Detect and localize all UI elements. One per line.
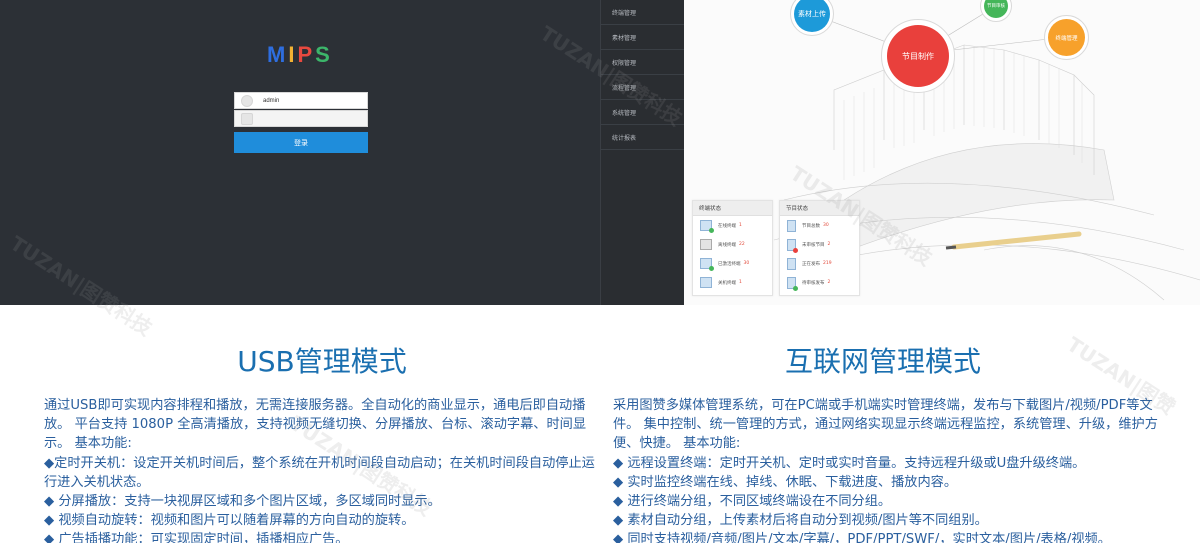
usb-mode-description: 通过USB即可实现内容排程和播放，无需连接服务器。全自动化的商业显示，通电后即自… <box>44 396 600 543</box>
status-row[interactable]: 待审核发布 2 <box>780 273 859 292</box>
status-label: 已激活终端 <box>718 261 741 267</box>
status-count: 30 <box>823 223 829 228</box>
terminal-status-card: 终端状态 在线终端 1 离线终端 22 已激活终端 30 关机终端 1 <box>692 200 773 296</box>
status-count: 22 <box>739 242 745 247</box>
program-status-title: 节目状态 <box>780 201 859 216</box>
status-row[interactable]: 节目总数 30 <box>780 216 859 235</box>
status-label: 正在发布 <box>802 261 820 267</box>
status-row[interactable]: 正在发布 219 <box>780 254 859 273</box>
terminal-status-title: 终端状态 <box>693 201 772 216</box>
status-label: 节目总数 <box>802 223 820 229</box>
status-label: 待审核发布 <box>802 280 825 286</box>
menu-item-process[interactable]: 流程管理 <box>601 75 684 100</box>
status-label: 在线终端 <box>718 223 736 229</box>
status-count: 2 <box>827 242 831 247</box>
internet-intro-paragraph: 采用图赞多媒体管理系统，可在PC端或手机端实时管理终端，发布与下载图片/视频/P… <box>613 398 1158 452</box>
monitor-activated-icon <box>700 258 714 271</box>
internet-mode-title: 互联网管理模式 <box>784 345 981 378</box>
login-button[interactable]: 登录 <box>234 132 368 153</box>
mips-logo: M I P S <box>267 42 331 68</box>
program-status-card: 节目状态 节目总数 30 未审核节目 2 正在发布 219 待审核发布 2 <box>779 200 860 296</box>
status-row[interactable]: 离线终端 22 <box>693 235 772 254</box>
internet-mode-description: 采用图赞多媒体管理系统，可在PC端或手机端实时管理终端，发布与下载图片/视频/P… <box>613 396 1173 543</box>
status-count: 1 <box>739 223 742 228</box>
status-row[interactable]: 关机终端 1 <box>693 273 772 292</box>
status-label: 离线终端 <box>718 242 736 248</box>
feature-item: ◆ 素材自动分组，上传素材后将自动分到视频/图片等不同组别。 <box>613 513 988 529</box>
status-count: 30 <box>743 261 750 266</box>
status-row[interactable]: 未审核节目 2 <box>780 235 859 254</box>
feature-item: ◆ 远程设置终端：定时开关机、定时或实时音量。支持远程升级或U盘升级终端。 <box>613 455 1086 471</box>
password-field[interactable] <box>234 110 368 127</box>
menu-item-material[interactable]: 素材管理 <box>601 25 684 50</box>
monitor-online-icon <box>700 220 714 233</box>
status-count: 2 <box>827 280 831 285</box>
terminal-manage-bubble[interactable]: 终端管理 <box>1048 19 1085 56</box>
login-form: admin 登录 <box>234 92 368 153</box>
user-icon <box>241 94 253 107</box>
feature-item: ◆ 广告插播功能：可实现固定时间，插播相应广告。 <box>44 532 349 543</box>
status-label: 关机终端 <box>718 280 736 286</box>
feature-item: ◆ 分屏播放：支持一块视屏区域和多个图片区域，多区域同时显示。 <box>44 494 441 510</box>
username-value: admin <box>263 97 280 104</box>
document-publishing-icon <box>787 257 796 270</box>
dashboard-screenshot: 素材上传 节目制作 节目审核 终端管理 终端状态 在线终端 1 离线终端 22 … <box>684 0 1200 305</box>
menu-item-statistics[interactable]: 统计报表 <box>601 125 684 150</box>
lock-icon <box>241 112 253 125</box>
logo-letter-s: S <box>315 42 331 67</box>
menu-item-permission[interactable]: 权限管理 <box>601 50 684 75</box>
side-menu: 终端管理 素材管理 权限管理 流程管理 系统管理 统计报表 <box>600 0 684 305</box>
status-row[interactable]: 已激活终端 30 <box>693 254 772 273</box>
feature-item: ◆ 实时监控终端在线、掉线、休眠、下载进度、播放内容。 <box>613 474 958 490</box>
monitor-shutdown-icon <box>700 277 712 288</box>
feature-item: ◆ 同时支持视频/音频/图片/文本/字幕/，PDF/PPT/SWF/，实时文本/… <box>613 532 1111 543</box>
program-make-bubble[interactable]: 节目制作 <box>887 25 949 87</box>
usb-mode-section: USB管理模式 通过USB即可实现内容排程和播放，无需连接服务器。全自动化的商业… <box>44 340 600 543</box>
status-label: 未审核节目 <box>802 242 825 248</box>
logo-letter-m: M <box>267 42 287 67</box>
feature-item: ◆ 进行终端分组，不同区域终端设在不同分组。 <box>613 494 892 510</box>
feature-item: ◆ 视频自动旋转：视频和图片可以随着屏幕的方向自动的旋转。 <box>44 513 415 529</box>
status-count: 219 <box>823 261 832 266</box>
internet-mode-section: 互联网管理模式 采用图赞多媒体管理系统，可在PC端或手机端实时管理终端，发布与下… <box>613 340 1173 543</box>
username-field[interactable]: admin <box>234 92 368 109</box>
usb-mode-title: USB管理模式 <box>237 345 407 378</box>
monitor-offline-icon <box>700 239 712 250</box>
logo-letter-p: P <box>297 42 314 67</box>
status-row[interactable]: 在线终端 1 <box>693 216 772 235</box>
feature-item: ◆定时开关机：设定开关机时间后，整个系统在开机时间段自动启动；在关机时间段自动停… <box>44 455 595 490</box>
menu-item-terminal[interactable]: 终端管理 <box>601 0 684 25</box>
document-icon <box>787 219 796 232</box>
login-screenshot: M I P S admin 登录 <box>0 0 600 305</box>
status-count: 1 <box>739 280 742 285</box>
document-unreviewed-icon <box>787 238 798 253</box>
usb-intro-paragraph: 通过USB即可实现内容排程和播放，无需连接服务器。全自动化的商业显示，通电后即自… <box>44 398 587 452</box>
menu-item-system[interactable]: 系统管理 <box>601 100 684 125</box>
document-pending-icon <box>787 276 798 291</box>
logo-letter-i: I <box>288 42 296 67</box>
